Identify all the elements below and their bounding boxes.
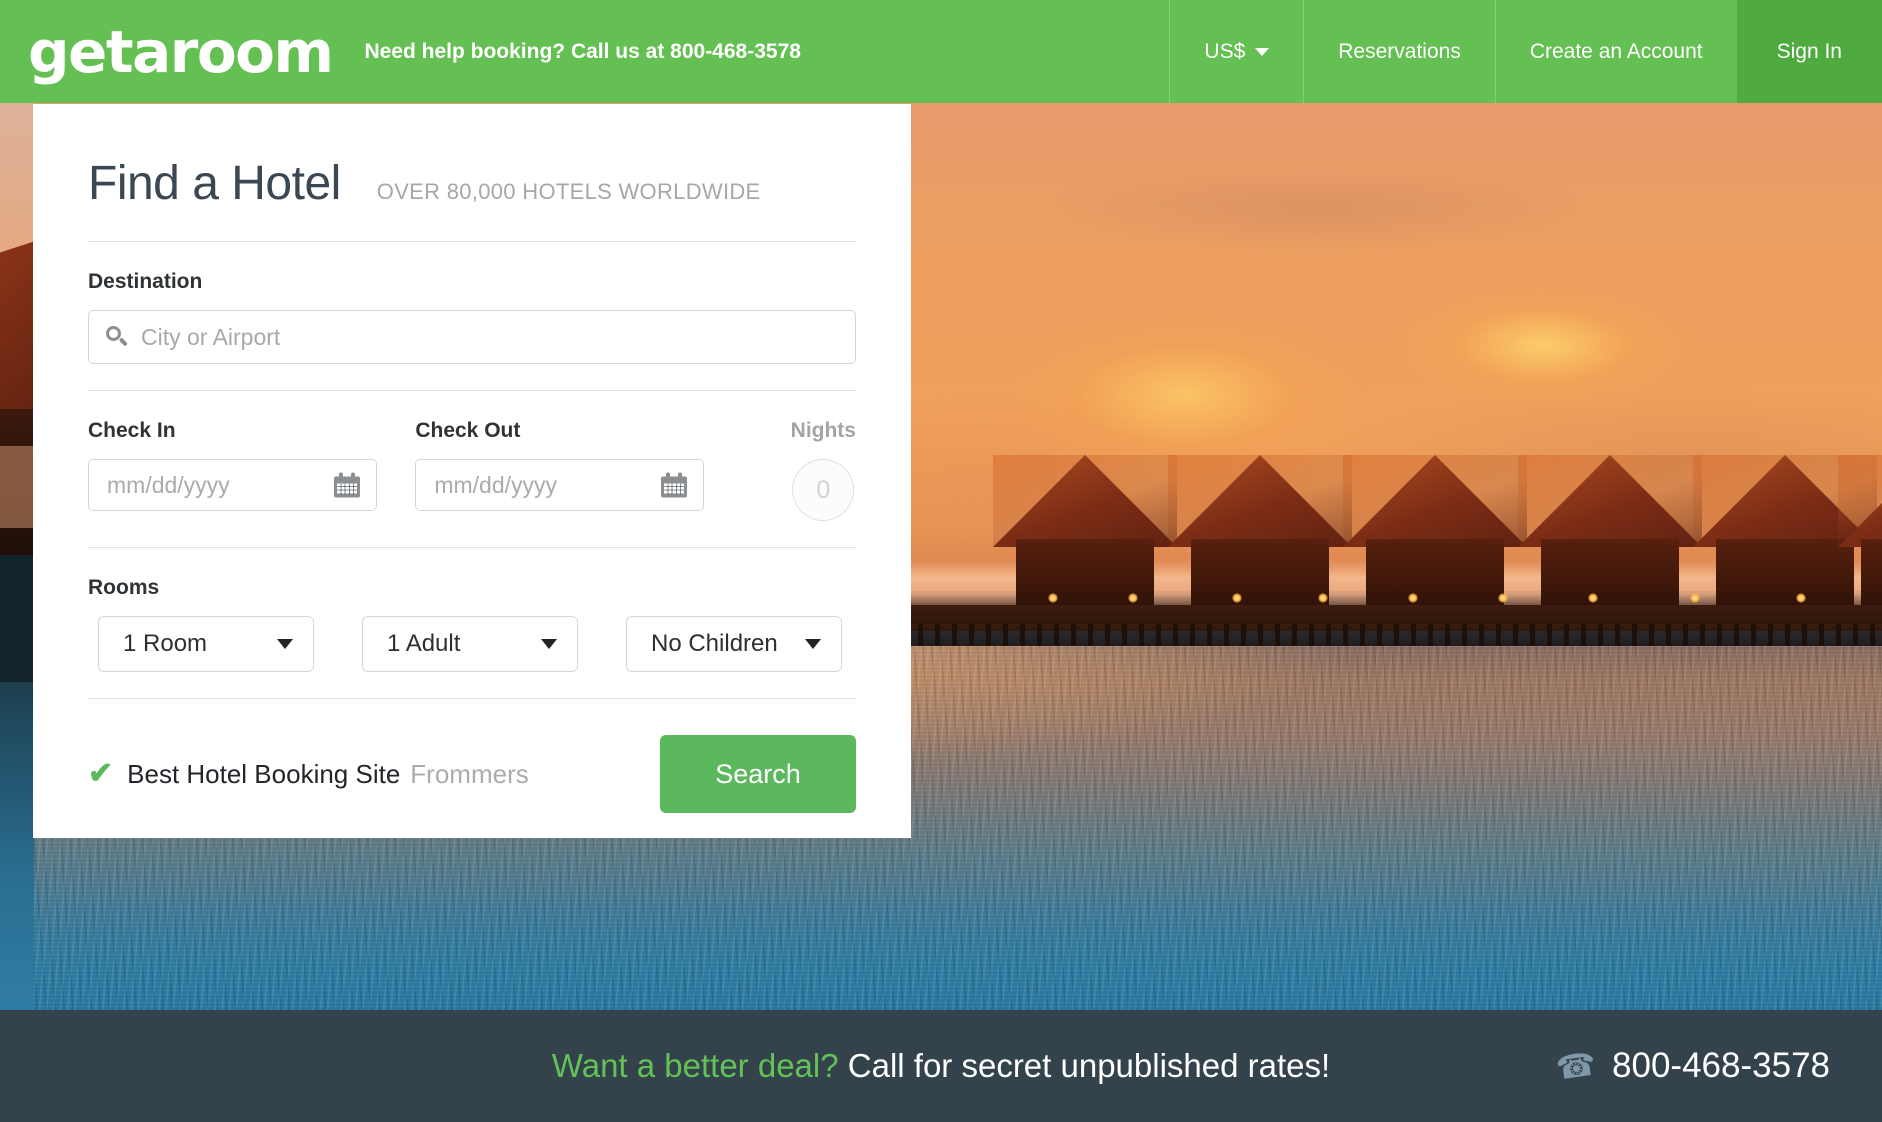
destination-input-wrap[interactable] <box>88 310 856 364</box>
rooms-label: Rooms <box>88 576 160 599</box>
destination-block: Destination <box>88 242 856 391</box>
search-button[interactable]: Search <box>660 735 856 813</box>
phone-icon: ☎ <box>1553 1045 1599 1087</box>
bottom-call-bar: Want a better deal? Call for secret unpu… <box>0 1010 1882 1122</box>
dates-block: Check In Check Out <box>88 391 856 548</box>
page-title: Find a Hotel <box>88 157 341 210</box>
check-icon: ✔ <box>88 756 114 790</box>
calendar-icon[interactable] <box>661 472 688 498</box>
search-icon <box>106 326 128 348</box>
adults-select-value: 1 Adult <box>387 630 461 657</box>
check-out-label: Check Out <box>415 419 521 442</box>
award-badge-text: Best Hotel Booking Site <box>127 758 401 789</box>
nights-label: Nights <box>790 419 856 442</box>
left-edge-photo-sliver <box>0 100 34 1010</box>
bottom-bar-phone-number: 800-468-3578 <box>1612 1046 1830 1085</box>
nav-item-reservations[interactable]: Reservations <box>1303 0 1495 103</box>
check-out-input[interactable] <box>416 460 704 510</box>
check-in-input[interactable] <box>89 460 376 510</box>
nav-item-sign-in[interactable]: Sign In <box>1736 0 1882 103</box>
site-header: getaroom Need help booking? Call us at 8… <box>0 0 1882 103</box>
rooms-row: 1 Room 1 Adult No Children <box>88 616 856 672</box>
bungalow-roof <box>1343 454 1527 547</box>
bungalow-roof <box>993 454 1177 547</box>
chevron-down-icon <box>541 639 557 649</box>
adults-select[interactable]: 1 Adult <box>362 616 578 672</box>
header-spacer <box>801 0 1169 103</box>
rooms-block: Rooms 1 Room 1 Adult No Children <box>88 548 856 699</box>
chevron-down-icon <box>1255 47 1270 56</box>
bottom-bar-highlight: Want a better deal? <box>551 1047 839 1084</box>
check-out-input-wrap[interactable] <box>415 459 705 511</box>
check-in-col: Check In <box>88 419 415 511</box>
card-subtitle: OVER 80,000 HOTELS WORLDWIDE <box>376 179 761 204</box>
children-select[interactable]: No Children <box>626 616 842 672</box>
award-badge: ✔ Best Hotel Booking Site Frommers <box>88 756 529 790</box>
bottom-bar-phone[interactable]: ☎ 800-468-3578 <box>1553 1045 1830 1087</box>
children-select-value: No Children <box>651 630 778 657</box>
rooms-select-value: 1 Room <box>123 630 208 657</box>
nights-count: 0 <box>792 459 855 521</box>
dates-row: Check In Check Out <box>88 419 856 521</box>
search-input[interactable] <box>89 311 855 363</box>
nav-item-create-account[interactable]: Create an Account <box>1494 0 1737 103</box>
nav-currency-label: US$ <box>1204 39 1246 63</box>
help-phone-text: Need help booking? Call us at 800-468-35… <box>364 39 801 63</box>
chevron-down-icon <box>805 639 821 649</box>
calendar-icon[interactable] <box>334 472 360 498</box>
brand-area: getaroom Need help booking? Call us at 8… <box>0 0 801 103</box>
destination-label: Destination <box>88 270 203 293</box>
check-in-label: Check In <box>88 419 176 442</box>
check-out-col: Check Out <box>415 419 742 511</box>
card-footer-row: ✔ Best Hotel Booking Site Frommers Searc… <box>88 699 856 813</box>
nights-col: Nights 0 <box>791 419 856 521</box>
card-header: Find a Hotel OVER 80,000 HOTELS WORLDWID… <box>88 104 856 242</box>
bungalow-roof <box>1168 454 1352 547</box>
bottom-bar-message: Call for secret unpublished rates! <box>847 1047 1331 1084</box>
rooms-select[interactable]: 1 Room <box>98 616 314 672</box>
bungalow-roof <box>1518 454 1702 547</box>
find-a-hotel-card: Find a Hotel OVER 80,000 HOTELS WORLDWID… <box>33 104 911 838</box>
chevron-down-icon <box>277 639 293 649</box>
getaroom-logo[interactable]: getaroom <box>28 23 334 81</box>
nav-item-currency[interactable]: US$ <box>1169 0 1303 103</box>
bungalow-roof <box>1838 454 1882 547</box>
check-in-input-wrap[interactable] <box>88 459 377 511</box>
header-nav: US$ Reservations Create an Account Sign … <box>1169 0 1882 103</box>
award-badge-source: Frommers <box>410 758 529 789</box>
page-root: getaroom Need help booking? Call us at 8… <box>0 0 1882 1122</box>
